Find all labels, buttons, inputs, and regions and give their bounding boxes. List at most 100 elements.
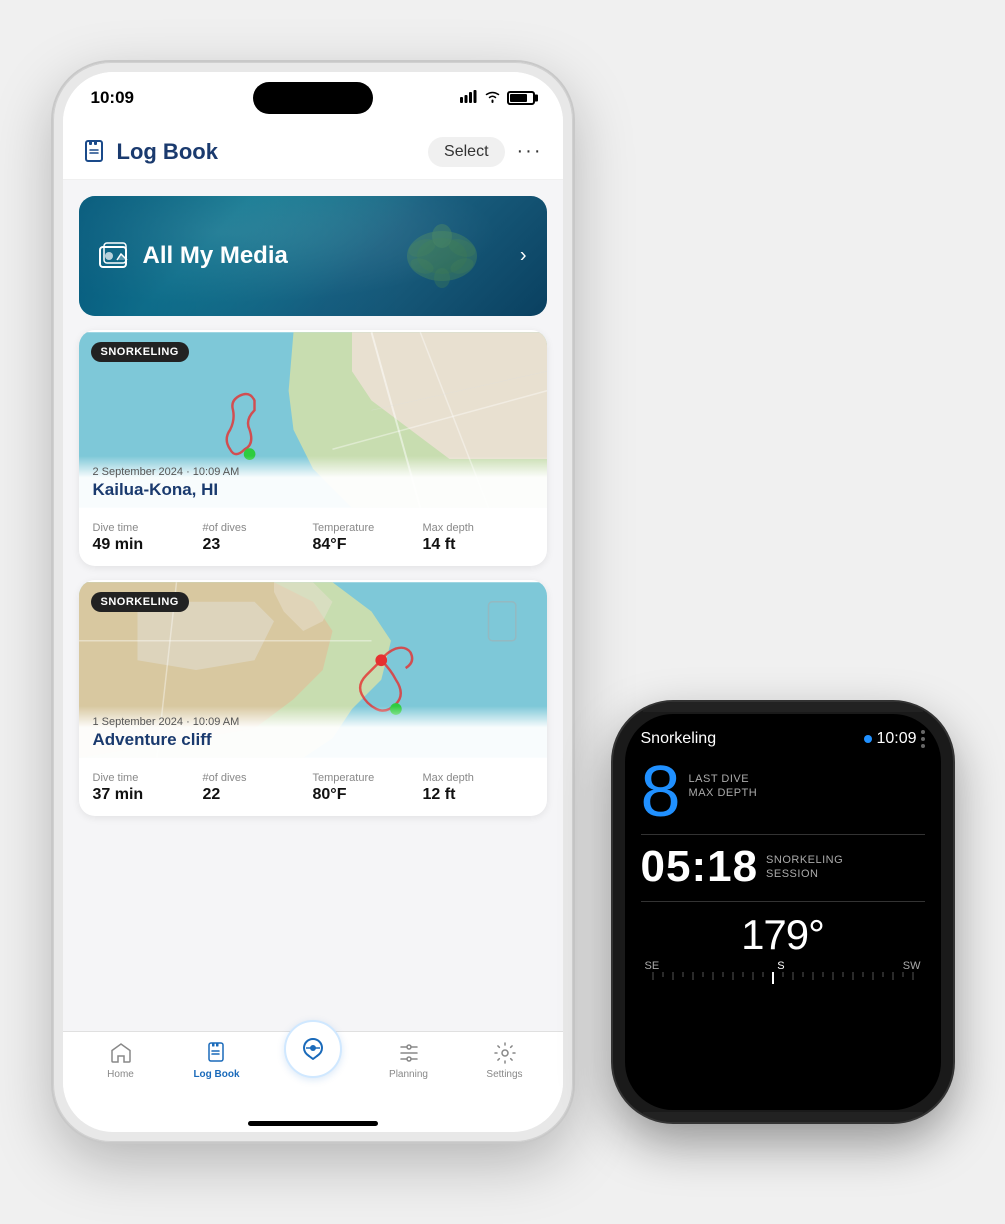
stat-dives-label-2: #of dives: [203, 772, 313, 784]
compass-ticks: [641, 972, 925, 992]
app-header: Log Book Select ···: [63, 124, 563, 180]
apple-watch: Snorkeling 10:09 8 LAST DIVE: [613, 702, 953, 1122]
home-nav-icon: [108, 1040, 134, 1066]
planning-nav-icon: [396, 1040, 422, 1066]
watch-depth-row: 8 LAST DIVE MAX DEPTH: [641, 756, 925, 830]
nav-planning-label: Planning: [389, 1069, 428, 1080]
watch-header: Snorkeling 10:09: [641, 730, 925, 748]
header-title-group: Log Book: [83, 139, 218, 165]
stat-temp-value-2: 80°F: [313, 786, 423, 804]
stat-dive-time-label-2: Dive time: [93, 772, 203, 784]
stat-dive-time-1: Dive time 49 min: [93, 522, 203, 554]
dive-card-2[interactable]: SNORKELING 1 September 2024 · 10:09 AM A…: [79, 580, 547, 816]
more-button[interactable]: ···: [517, 140, 543, 163]
stat-dives-value-2: 22: [203, 786, 313, 804]
watch-drop-icon: [864, 735, 872, 743]
stat-temp-label-1: Temperature: [313, 522, 423, 534]
dive-date-2: 1 September 2024 · 10:09 AM: [93, 716, 533, 728]
nav-planning[interactable]: Planning: [361, 1040, 457, 1080]
stat-depth-value-2: 12 ft: [423, 786, 533, 804]
snorkeling-badge-2: SNORKELING: [91, 592, 189, 612]
stat-dives-value-1: 23: [203, 536, 313, 554]
header-title-text: Log Book: [117, 139, 218, 165]
dive-location-2: Adventure cliff: [93, 730, 533, 750]
dive-card-1[interactable]: SNORKELING 2 September 2024 · 10:09 AM K…: [79, 330, 547, 566]
dive-map-1: SNORKELING 2 September 2024 · 10:09 AM K…: [79, 330, 547, 510]
status-bar: 10:09: [63, 72, 563, 124]
stat-temp-value-1: 84°F: [313, 536, 423, 554]
settings-nav-icon: [492, 1040, 518, 1066]
logbook-nav-icon: [204, 1040, 230, 1066]
scene: 10:09: [53, 62, 953, 1162]
compass-bar: SE S SW: [641, 960, 925, 992]
compass-direction-labels: SE S SW: [641, 960, 925, 972]
compass-se: SE: [645, 960, 660, 972]
stat-temp-2: Temperature 80°F: [313, 772, 423, 804]
nav-home[interactable]: Home: [73, 1040, 169, 1080]
media-card[interactable]: All My Media ›: [79, 196, 547, 316]
nav-dive-circle: [284, 1020, 342, 1078]
iphone-device: 10:09: [53, 62, 573, 1142]
nav-settings-label: Settings: [486, 1069, 522, 1080]
compass-s: S: [777, 960, 784, 972]
media-content: All My Media: [99, 242, 288, 270]
watch-time-row: 10:09: [864, 730, 924, 748]
watch-bearing-value: 179°: [741, 914, 824, 956]
stat-temp-label-2: Temperature: [313, 772, 423, 784]
watch-compass: 179° SE S SW: [641, 914, 925, 992]
dive-map-2: SNORKELING 1 September 2024 · 10:09 AM A…: [79, 580, 547, 760]
signal-icon: [460, 90, 478, 106]
battery-icon: [507, 91, 535, 105]
media-title-text: All My Media: [143, 242, 288, 270]
watch-session-label-2: SESSION: [766, 867, 843, 881]
watch-band-bottom: [643, 1112, 923, 1122]
dive-stats-2: Dive time 37 min #of dives 22 Temperatur…: [79, 760, 547, 816]
nav-logbook-label: Log Book: [193, 1069, 239, 1080]
stat-depth-label-2: Max depth: [423, 772, 533, 784]
watch-divider-1: [641, 834, 925, 835]
dive-location-1: Kailua-Kona, HI: [93, 480, 533, 500]
media-overlay: All My Media ›: [79, 196, 547, 316]
watch-last-dive-depth: 8: [641, 756, 681, 828]
dynamic-island: [253, 82, 373, 114]
scroll-content: All My Media ›: [63, 180, 563, 1031]
watch-session-labels: SNORKELING SESSION: [766, 853, 843, 882]
iphone-screen: 10:09: [63, 72, 563, 1132]
dive-date-1: 2 September 2024 · 10:09 AM: [93, 466, 533, 478]
watch-session-time: 05:18: [641, 845, 759, 889]
status-icons: [460, 90, 535, 106]
stat-dive-time-value-2: 37 min: [93, 786, 203, 804]
nav-home-label: Home: [107, 1069, 134, 1080]
watch-band-top: [643, 702, 923, 712]
watch-session-row: 05:18 SNORKELING SESSION: [641, 845, 925, 889]
stat-dive-time-2: Dive time 37 min: [93, 772, 203, 804]
nav-dive[interactable]: [265, 1040, 361, 1078]
nav-logbook[interactable]: Log Book: [169, 1040, 265, 1080]
watch-more-menu[interactable]: [921, 730, 925, 748]
watch-time: 10:09: [876, 730, 916, 748]
watch-session-label-1: SNORKELING: [766, 853, 843, 867]
media-gallery-icon: [99, 242, 131, 270]
status-time: 10:09: [91, 88, 134, 108]
watch-depth-label-1: LAST DIVE: [689, 772, 758, 786]
stat-dives-1: #of dives 23: [203, 522, 313, 554]
stat-temp-1: Temperature 84°F: [313, 522, 423, 554]
logbook-icon: [83, 139, 109, 165]
header-actions: Select ···: [428, 137, 542, 167]
stat-depth-label-1: Max depth: [423, 522, 533, 534]
watch-divider-2: [641, 901, 925, 902]
home-indicator: [248, 1121, 378, 1126]
watch-depth-label-2: MAX DEPTH: [689, 786, 758, 800]
bottom-nav: Home Log Book: [63, 1031, 563, 1121]
stat-depth-1: Max depth 14 ft: [423, 522, 533, 554]
stat-dives-2: #of dives 22: [203, 772, 313, 804]
nav-settings[interactable]: Settings: [457, 1040, 553, 1080]
stat-dives-label-1: #of dives: [203, 522, 313, 534]
dive-info-overlay-2: 1 September 2024 · 10:09 AM Adventure cl…: [79, 706, 547, 760]
media-chevron-icon: ›: [520, 245, 527, 268]
compass-sw: SW: [903, 960, 921, 972]
select-button[interactable]: Select: [428, 137, 504, 167]
stat-depth-2: Max depth 12 ft: [423, 772, 533, 804]
wifi-icon: [484, 90, 501, 106]
dive-stats-1: Dive time 49 min #of dives 23 Temperatur…: [79, 510, 547, 566]
